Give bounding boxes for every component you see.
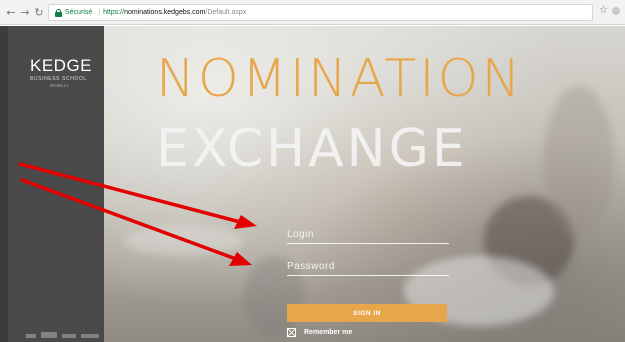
back-arrow-icon[interactable]: ←: [4, 2, 18, 22]
background-blur: [544, 86, 614, 236]
sidebar: KEDGE BUSINESS SCHOOL RETIRE 2.1: [0, 26, 104, 342]
bookmark-star-icon[interactable]: ☆: [599, 5, 608, 16]
remember-me-label: Remember me: [304, 329, 353, 336]
remember-me-checkbox[interactable]: [287, 328, 296, 337]
forward-arrow-icon[interactable]: →: [18, 2, 32, 22]
address-separator: |: [98, 9, 101, 16]
lock-icon: [55, 8, 62, 17]
title-exchange: EXCHANGE: [156, 119, 468, 179]
address-bar[interactable]: Sécurisé | https://nominations.kedgebs.c…: [48, 4, 593, 21]
url-path: /Default.aspx: [205, 9, 247, 16]
logo-subtitle: BUSINESS SCHOOL: [30, 76, 87, 82]
background-blur: [124, 226, 244, 256]
url-scheme: https://: [103, 9, 125, 16]
partner-logo-icon: [62, 334, 76, 338]
partner-logos: [26, 330, 106, 338]
partner-logo-icon: [41, 332, 57, 338]
login-page: KEDGE BUSINESS SCHOOL RETIRE 2.1 NOMINAT…: [0, 26, 625, 342]
remember-me[interactable]: Remember me: [287, 328, 352, 337]
password-input[interactable]: [287, 258, 449, 276]
partner-logo-icon: [81, 334, 99, 338]
sign-in-button[interactable]: SIGN IN: [287, 304, 447, 322]
kedge-logo: KEDGE BUSINESS SCHOOL RETIRE 2.1: [30, 57, 100, 88]
login-input[interactable]: [287, 226, 449, 244]
reload-icon[interactable]: ↻: [32, 2, 46, 22]
url-host: nominations.kedgebs.com: [124, 9, 206, 16]
logo-tagline: RETIRE 2.1: [50, 84, 69, 88]
title-nomination: NOMINATION: [156, 49, 524, 109]
logo-wordmark: KEDGE: [30, 56, 93, 75]
secure-label: Sécurisé: [65, 9, 93, 16]
extension-icon[interactable]: [611, 5, 621, 17]
partner-logo-icon: [26, 334, 36, 338]
browser-toolbar: ← → ↻ Sécurisé | https://nominations.ked…: [0, 0, 625, 25]
